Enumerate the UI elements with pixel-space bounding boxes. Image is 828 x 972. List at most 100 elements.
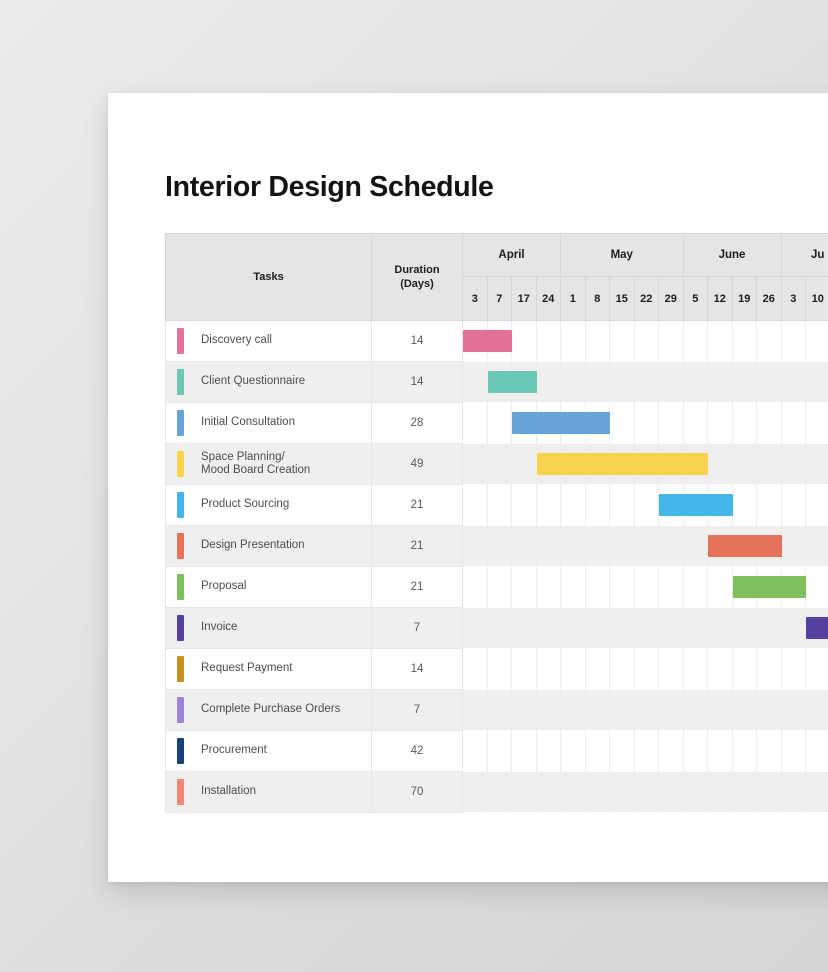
gantt-cell [584, 730, 610, 772]
duration-label-line1: Duration [394, 264, 440, 276]
gantt-cell [462, 607, 488, 649]
task-name-label: Installation [201, 785, 256, 798]
task-color-swatch-icon [177, 533, 184, 559]
gantt-cell [682, 607, 708, 649]
task-name-cell[interactable]: Design Presentation [165, 525, 372, 567]
gantt-cell [682, 648, 708, 690]
gantt-cell [462, 771, 488, 813]
gantt-cell [780, 484, 806, 526]
gantt-cell [633, 484, 659, 526]
gantt-cell [658, 648, 684, 690]
gantt-cell [511, 402, 610, 444]
gantt-bar[interactable] [536, 453, 708, 475]
table-row[interactable]: Client Questionnaire 14 [165, 361, 828, 403]
table-row[interactable]: Request Payment 14 [165, 648, 828, 690]
task-name-cell[interactable]: Procurement [165, 730, 372, 772]
gantt-cell [658, 320, 684, 362]
header-cell-day-8: 29 [658, 276, 684, 321]
task-name-cell[interactable]: Proposal [165, 566, 372, 608]
header-cell-month-may: May [560, 233, 684, 277]
gantt-cell [560, 771, 586, 813]
gantt-cell [707, 320, 733, 362]
table-row[interactable]: Proposal 21 [165, 566, 828, 608]
table-row[interactable]: Design Presentation 21 [165, 525, 828, 567]
table-row[interactable]: Product Sourcing 21 [165, 484, 828, 526]
task-name-cell[interactable]: Discovery call [165, 320, 372, 362]
gantt-cell [511, 525, 537, 567]
gantt-cell [707, 607, 733, 649]
gantt-cell [731, 648, 757, 690]
gantt-cell [756, 607, 782, 649]
gantt-cell [462, 443, 488, 485]
gantt-cell [731, 320, 757, 362]
gantt-cell [535, 689, 561, 731]
table-row[interactable]: Initial Consultation 28 [165, 402, 828, 444]
gantt-cell [756, 320, 782, 362]
page-title: Interior Design Schedule [165, 171, 494, 203]
gantt-bar[interactable] [659, 494, 733, 516]
gantt-cell [584, 607, 610, 649]
gantt-bar[interactable] [708, 535, 782, 557]
gantt-cell [707, 730, 733, 772]
gantt-cell [633, 607, 659, 649]
duration-label-line2: (Days) [400, 278, 434, 290]
task-name-cell[interactable]: Initial Consultation [165, 402, 372, 444]
gantt-cell [584, 361, 610, 403]
task-name-cell[interactable]: Client Questionnaire [165, 361, 372, 403]
table-row[interactable]: Complete Purchase Orders 7 [165, 689, 828, 731]
table-row[interactable]: Space Planning/Mood Board Creation 49 [165, 443, 828, 485]
task-name-label: Procurement [201, 744, 267, 757]
gantt-bar[interactable] [806, 617, 828, 639]
task-color-swatch-icon [177, 738, 184, 764]
gantt-cell [780, 525, 806, 567]
task-duration-cell: 21 [371, 525, 463, 567]
table-row[interactable]: Invoice 7 [165, 607, 828, 649]
gantt-cell [609, 607, 635, 649]
gantt-cell [658, 525, 684, 567]
gantt-cell [486, 607, 512, 649]
gantt-cell [486, 771, 512, 813]
gantt-cell [780, 320, 806, 362]
gantt-cell [805, 484, 828, 526]
header-cell-day-10: 12 [707, 276, 733, 321]
gantt-bar[interactable] [487, 371, 537, 393]
gantt-bar[interactable] [512, 412, 610, 434]
gantt-cell [535, 443, 708, 485]
gantt-cell [535, 361, 561, 403]
task-name-label: Client Questionnaire [201, 375, 306, 388]
gantt-cell [805, 320, 828, 362]
gantt-cell [535, 525, 561, 567]
gantt-cell [486, 402, 512, 444]
table-row[interactable]: Installation 70 [165, 771, 828, 813]
gantt-cell [682, 566, 708, 608]
gantt-cell [756, 689, 782, 731]
table-row[interactable]: Discovery call 14 [165, 320, 828, 362]
table-row[interactable]: Procurement 42 [165, 730, 828, 772]
gantt-cell [756, 771, 782, 813]
gantt-cell [731, 771, 757, 813]
task-name-cell[interactable]: Installation [165, 771, 372, 813]
task-name-cell[interactable]: Space Planning/Mood Board Creation [165, 443, 372, 485]
gantt-cell [633, 648, 659, 690]
gantt-cell [609, 320, 635, 362]
task-name-label: Invoice [201, 621, 238, 634]
gantt-cell [756, 402, 782, 444]
gantt-cell [609, 361, 635, 403]
task-duration-cell: 14 [371, 648, 463, 690]
header-cell-month-ju: Ju [780, 233, 828, 277]
gantt-bar[interactable] [732, 576, 806, 598]
header-row-months: Tasks Duration (Days) April May June Ju [165, 233, 828, 321]
gantt-bar[interactable] [463, 330, 512, 352]
gantt-cell [707, 361, 733, 403]
gantt-table-body: Discovery call 14 Client Questionnaire 14 In… [165, 320, 828, 813]
header-cell-day-12: 26 [756, 276, 782, 321]
task-name-cell[interactable]: Complete Purchase Orders [165, 689, 372, 731]
gantt-cell [535, 648, 561, 690]
task-name-cell[interactable]: Product Sourcing [165, 484, 372, 526]
task-name-cell[interactable]: Request Payment [165, 648, 372, 690]
gantt-cell [682, 730, 708, 772]
gantt-cell [535, 771, 561, 813]
gantt-cell [707, 648, 733, 690]
gantt-cell [560, 607, 586, 649]
task-name-cell[interactable]: Invoice [165, 607, 372, 649]
